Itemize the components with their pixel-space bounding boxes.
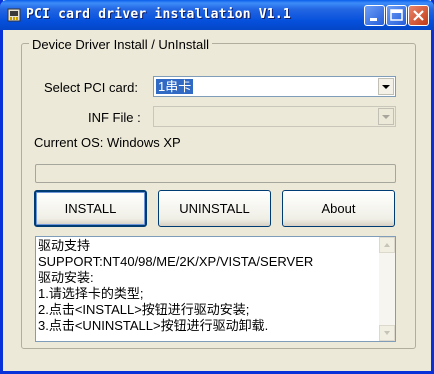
scroll-up-button[interactable]: [379, 237, 395, 253]
info-line: 驱动安装:: [38, 270, 94, 285]
close-icon: [413, 10, 424, 21]
uninstall-button[interactable]: UNINSTALL: [158, 190, 271, 227]
info-lines: 驱动支持 SUPPORT:NT40/98/ME/2K/XP/VISTA/SERV…: [38, 238, 378, 334]
about-button[interactable]: About: [282, 190, 395, 227]
inf-file-select[interactable]: [153, 106, 396, 127]
inf-file-label: INF File :: [88, 110, 141, 125]
pci-card-select-value: 1串卡: [156, 79, 194, 94]
pci-card-app-icon: [6, 7, 22, 23]
scroll-up-icon: [384, 243, 390, 247]
select-card-label: Select PCI card:: [44, 80, 138, 95]
info-line: 2.点击<INSTALL>按钮进行驱动安装;: [38, 302, 250, 317]
info-line: SUPPORT:NT40/98/ME/2K/XP/VISTA/SERVER: [38, 254, 314, 269]
info-line: 1.请选择卡的类型;: [38, 286, 144, 301]
minimize-button[interactable]: [364, 5, 385, 26]
scroll-down-button[interactable]: [379, 325, 395, 341]
maximize-icon: [390, 9, 403, 21]
dropdown-arrow-icon[interactable]: [378, 78, 394, 95]
installer-window: PCI card driver installation V1.1 Device…: [0, 0, 434, 374]
scroll-down-icon: [384, 331, 390, 335]
info-text-area[interactable]: 驱动支持 SUPPORT:NT40/98/ME/2K/XP/VISTA/SERV…: [35, 236, 396, 342]
dropdown-arrow-icon[interactable]: [378, 108, 394, 125]
pci-card-select[interactable]: 1串卡: [153, 76, 396, 97]
info-line: 驱动支持: [38, 238, 91, 253]
close-button[interactable]: [408, 5, 429, 26]
install-button[interactable]: INSTALL: [34, 190, 147, 227]
current-os-text: Current OS: Windows XP: [34, 135, 181, 150]
minimize-icon: [370, 18, 377, 21]
maximize-button[interactable]: [386, 5, 407, 26]
vertical-scrollbar[interactable]: [379, 237, 395, 341]
title-bar[interactable]: PCI card driver installation V1.1: [0, 0, 434, 30]
groupbox-title: Device Driver Install / UnInstall: [29, 37, 212, 52]
window-title: PCI card driver installation V1.1: [26, 7, 291, 22]
install-progress-bar: [35, 164, 396, 183]
info-line: 3.点击<UNINSTALL>按钮进行驱动卸载.: [38, 318, 269, 333]
